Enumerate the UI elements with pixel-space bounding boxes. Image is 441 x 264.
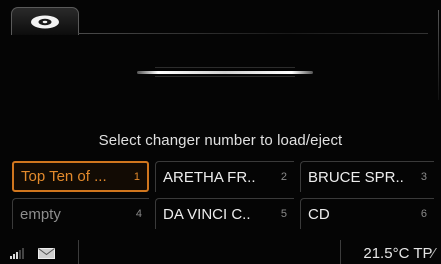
changer-slot-number: 6	[420, 208, 427, 220]
changer-slot-number: 3	[420, 171, 427, 183]
changer-slot-label: DA VINCI C..	[163, 205, 251, 223]
tab-divider	[78, 33, 428, 34]
temperature-value: 21.5°C	[363, 245, 410, 262]
changer-slot-4[interactable]: empty 4	[12, 198, 149, 229]
disc-slot-icon	[137, 67, 313, 77]
changer-slot-number: 2	[280, 171, 287, 183]
changer-slot-label: CD	[308, 205, 330, 223]
traffic-program-slash: ⁄	[432, 245, 435, 262]
envelope-icon[interactable]	[38, 248, 55, 259]
changer-slot-2[interactable]: ARETHA FR.. 2	[155, 161, 294, 192]
changer-slot-label: Top Ten of ...	[21, 168, 107, 185]
changer-slot-label: ARETHA FR..	[163, 168, 256, 186]
status-divider	[78, 240, 79, 264]
disc-icon	[31, 15, 59, 28]
changer-slot-number: 5	[280, 208, 287, 220]
load-eject-prompt: Select changer number to load/eject	[98, 132, 343, 149]
media-tab[interactable]	[11, 7, 79, 35]
status-bar: 21.5°C TP⁄	[0, 238, 441, 264]
cd-changer-screen: Select changer number to load/eject Top …	[0, 0, 441, 264]
status-divider	[340, 240, 341, 264]
changer-slot-number: 4	[135, 208, 142, 220]
changer-slot-3[interactable]: BRUCE SPR.. 3	[300, 161, 434, 192]
changer-slot-5[interactable]: DA VINCI C.. 5	[155, 198, 294, 229]
changer-slot-label: BRUCE SPR..	[308, 168, 404, 186]
signal-strength-icon	[10, 247, 24, 259]
changer-slot-1[interactable]: Top Ten of ... 1	[12, 161, 149, 192]
changer-slot-6[interactable]: CD 6	[300, 198, 434, 229]
changer-slot-number: 1	[133, 170, 140, 183]
outside-temperature: 21.5°C TP⁄	[363, 245, 435, 262]
traffic-program-indicator: TP	[413, 245, 433, 262]
changer-slot-label: empty	[20, 205, 61, 223]
frame-edge	[438, 10, 439, 100]
